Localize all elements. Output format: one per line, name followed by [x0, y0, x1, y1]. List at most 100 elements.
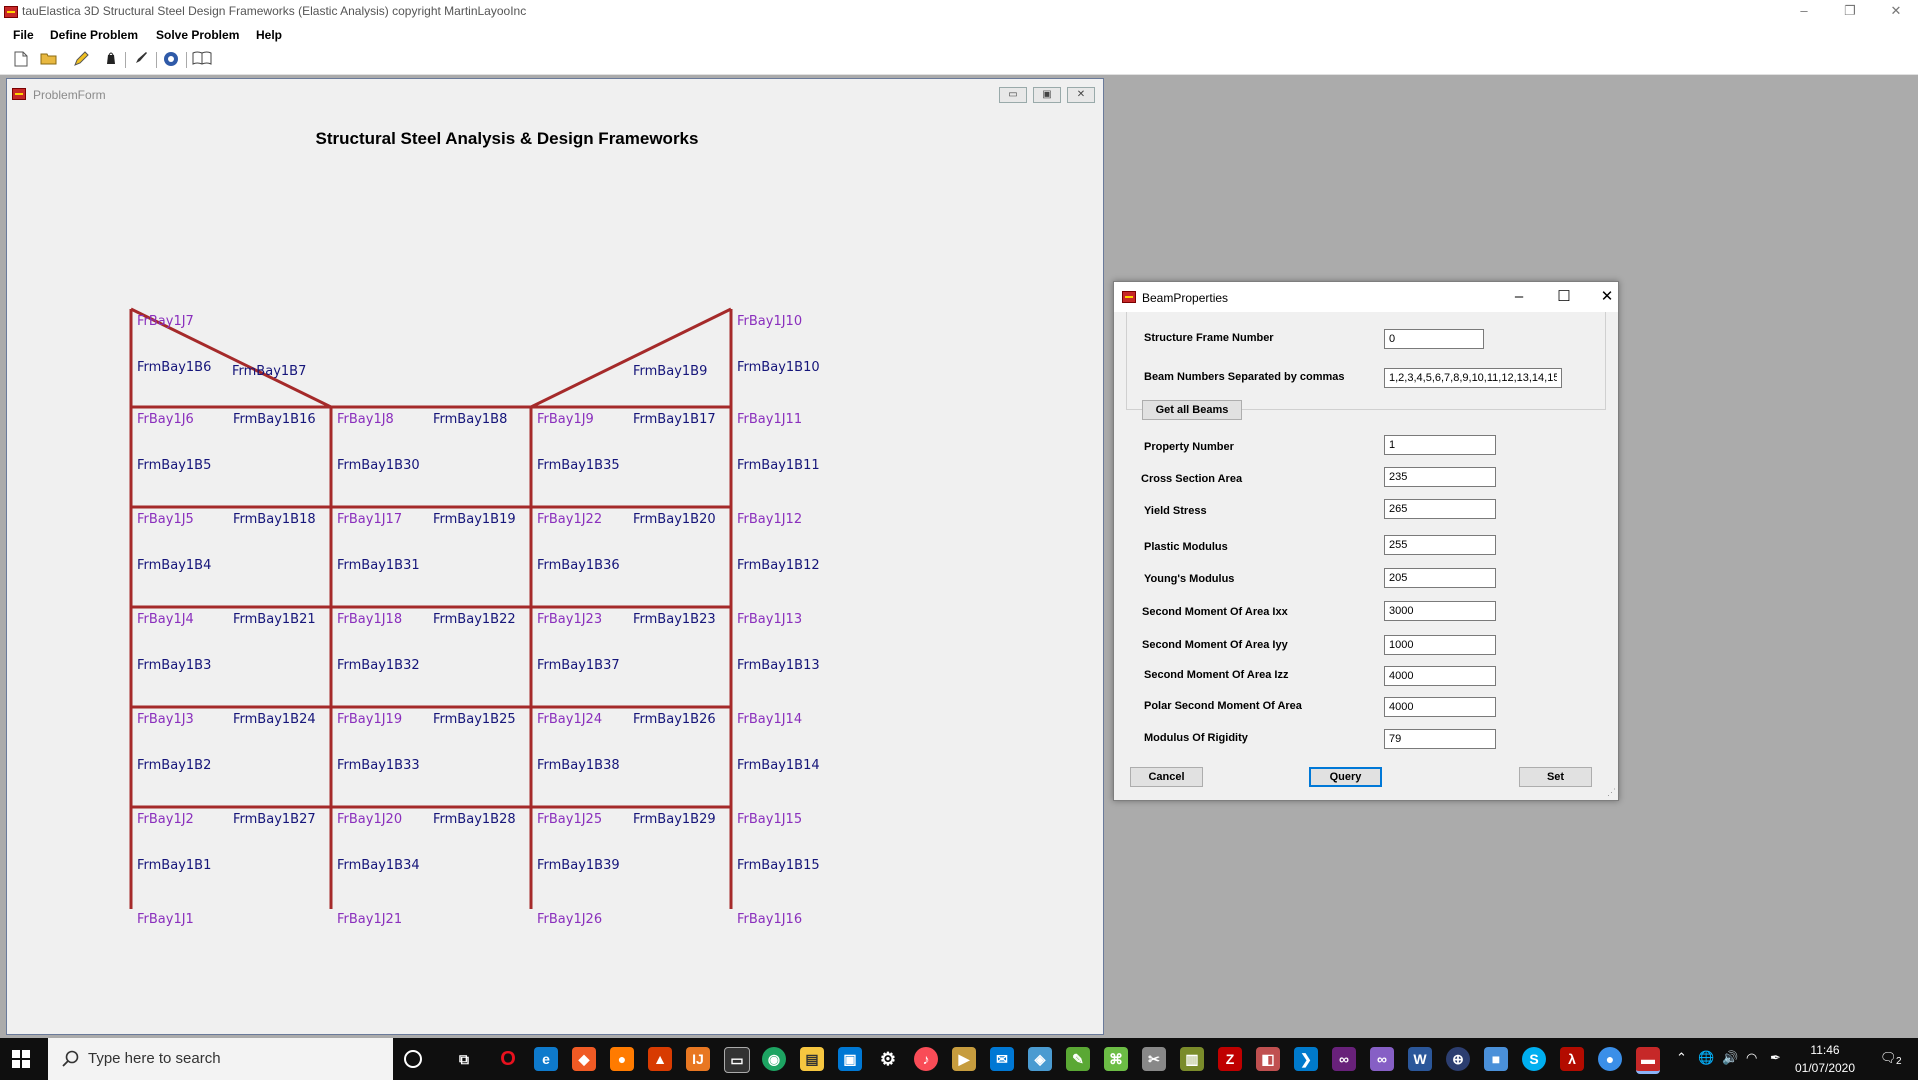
- mail-icon[interactable]: ✉: [990, 1047, 1014, 1071]
- set-button[interactable]: Set: [1519, 767, 1592, 787]
- beam-label: FrmBay1B8: [433, 412, 507, 427]
- app-icon-red[interactable]: ▲: [648, 1047, 672, 1071]
- toolbar: [0, 46, 1918, 75]
- vscode-icon[interactable]: ❯: [1294, 1047, 1318, 1071]
- clock-time: 11:46: [1810, 1043, 1840, 1057]
- visual-studio-icon[interactable]: ∞: [1332, 1047, 1356, 1071]
- skype-icon[interactable]: S: [1522, 1047, 1546, 1071]
- word-icon[interactable]: W: [1408, 1047, 1432, 1071]
- wifi-icon[interactable]: ◠: [1746, 1050, 1757, 1066]
- second-moment-izz-input[interactable]: [1384, 666, 1496, 686]
- beam-label: FrmBay1B15: [737, 858, 820, 873]
- polar-second-moment-input[interactable]: [1384, 697, 1496, 717]
- opera-icon[interactable]: O: [496, 1047, 520, 1071]
- file-explorer-icon[interactable]: ▤: [800, 1047, 824, 1071]
- cross-section-area-input[interactable]: [1384, 467, 1496, 487]
- tray-chevron-icon[interactable]: ⌃: [1676, 1050, 1687, 1066]
- bucket-icon[interactable]: [102, 51, 120, 69]
- beam-label: FrmBay1B23: [633, 612, 716, 627]
- intellij-icon[interactable]: IJ: [686, 1047, 710, 1071]
- menu-file[interactable]: File: [13, 28, 34, 42]
- search-placeholder: Type here to search: [88, 1050, 221, 1067]
- toolbar-separator: [156, 52, 157, 68]
- menu-define-problem[interactable]: Define Problem: [50, 28, 138, 42]
- beam-label: FrmBay1B27: [233, 812, 316, 827]
- filezilla-icon[interactable]: Z: [1218, 1047, 1242, 1071]
- beam-label: FrmBay1B3: [137, 658, 211, 673]
- app-icon-globe[interactable]: ⊕: [1446, 1047, 1470, 1071]
- structure-frame-number-label: Structure Frame Number: [1144, 332, 1274, 344]
- open-icon[interactable]: [40, 51, 58, 69]
- edge-icon[interactable]: e: [534, 1047, 558, 1071]
- network-globe-icon[interactable]: 🌐: [1698, 1050, 1714, 1066]
- minimize-button[interactable]: –: [1782, 0, 1826, 24]
- app-icon-green[interactable]: ⌘: [1104, 1047, 1128, 1071]
- store-icon[interactable]: ▣: [838, 1047, 862, 1071]
- volume-icon[interactable]: 🔊: [1722, 1050, 1738, 1066]
- taskbar-search-box[interactable]: Type here to search: [48, 1038, 393, 1080]
- joint-label: FrBay1J11: [737, 412, 802, 427]
- visual-studio-preview-icon[interactable]: ∞: [1370, 1047, 1394, 1071]
- dialog-close-button[interactable]: ✕: [1592, 286, 1622, 308]
- pencil-icon[interactable]: [72, 51, 90, 69]
- app-icon-drop[interactable]: ●: [1598, 1047, 1622, 1071]
- structure-frame-number-input[interactable]: [1384, 329, 1484, 349]
- cancel-button[interactable]: Cancel: [1130, 767, 1203, 787]
- query-button[interactable]: Query: [1309, 767, 1382, 787]
- close-button[interactable]: ✕: [1874, 0, 1918, 24]
- acrobat-icon[interactable]: λ: [1560, 1047, 1584, 1071]
- beam-label: FrmBay1B36: [537, 558, 620, 573]
- second-moment-ixx-label: Second Moment Of Area Ixx: [1142, 606, 1288, 618]
- beam-numbers-label: Beam Numbers Separated by commas: [1144, 371, 1345, 383]
- media-icon[interactable]: ▶: [952, 1047, 976, 1071]
- yield-stress-input[interactable]: [1384, 499, 1496, 519]
- itunes-icon[interactable]: ♪: [914, 1047, 938, 1071]
- modulus-of-rigidity-input[interactable]: [1384, 729, 1496, 749]
- firefox-icon[interactable]: ●: [610, 1047, 634, 1071]
- tauelastica-taskbar-icon[interactable]: ▬: [1636, 1047, 1660, 1074]
- notepad-icon[interactable]: ✎: [1066, 1047, 1090, 1071]
- dialog-icon: [1122, 291, 1136, 303]
- chrome-icon[interactable]: ◉: [762, 1047, 786, 1071]
- beam-numbers-input[interactable]: [1384, 368, 1562, 388]
- beam-label: FrmBay1B20: [633, 512, 716, 527]
- new-icon[interactable]: [12, 51, 30, 69]
- beam-label: FrmBay1B19: [433, 512, 516, 527]
- task-view-icon[interactable]: ⧉: [452, 1047, 476, 1071]
- app-icon-blue[interactable]: ◈: [1028, 1047, 1052, 1071]
- book-icon[interactable]: [192, 51, 212, 69]
- property-number-input[interactable]: [1384, 435, 1496, 455]
- notification-icon[interactable]: 🗨: [1880, 1050, 1897, 1066]
- plastic-modulus-input[interactable]: [1384, 535, 1496, 555]
- get-all-beams-button[interactable]: Get all Beams: [1142, 400, 1242, 420]
- youngs-modulus-label: Young's Modulus: [1144, 573, 1235, 585]
- resize-grip-icon[interactable]: ⋰: [1607, 787, 1616, 798]
- settings-icon[interactable]: ⚙: [876, 1047, 900, 1071]
- windows-start-icon[interactable]: [12, 1050, 30, 1068]
- terminal-icon[interactable]: ▭: [724, 1047, 750, 1073]
- menu-solve-problem[interactable]: Solve Problem: [156, 28, 239, 42]
- app-icon-orange[interactable]: ◆: [572, 1047, 596, 1071]
- app-icon-olive[interactable]: ▥: [1180, 1047, 1204, 1071]
- clock-date: 01/07/2020: [1794, 1061, 1856, 1075]
- second-moment-iyy-input[interactable]: [1384, 635, 1496, 655]
- youngs-modulus-input[interactable]: [1384, 568, 1496, 588]
- menu-help[interactable]: Help: [256, 28, 282, 42]
- taskbar-clock[interactable]: 11:46 01/07/2020: [1790, 1041, 1860, 1077]
- brush-icon[interactable]: [132, 51, 150, 69]
- cortana-icon[interactable]: [404, 1050, 422, 1068]
- app-icon-rose[interactable]: ◧: [1256, 1047, 1280, 1071]
- second-moment-ixx-input[interactable]: [1384, 601, 1496, 621]
- pen-icon[interactable]: ✒: [1770, 1050, 1781, 1066]
- beam-label: FrmBay1B16: [233, 412, 316, 427]
- app-icon-cube[interactable]: ■: [1484, 1047, 1508, 1071]
- dialog-maximize-button[interactable]: ☐: [1549, 286, 1579, 308]
- beam-properties-dialog: BeamProperties – ☐ ✕ Structure Frame Num…: [1113, 281, 1619, 801]
- dialog-minimize-button[interactable]: –: [1504, 286, 1534, 308]
- joint-label: FrBay1J15: [737, 812, 802, 827]
- tools-icon[interactable]: ✂: [1142, 1047, 1166, 1071]
- restore-button[interactable]: ❐: [1828, 0, 1872, 24]
- refresh-icon[interactable]: [162, 51, 180, 69]
- beam-label: FrmBay1B34: [337, 858, 420, 873]
- beam-label: FrmBay1B9: [633, 364, 707, 379]
